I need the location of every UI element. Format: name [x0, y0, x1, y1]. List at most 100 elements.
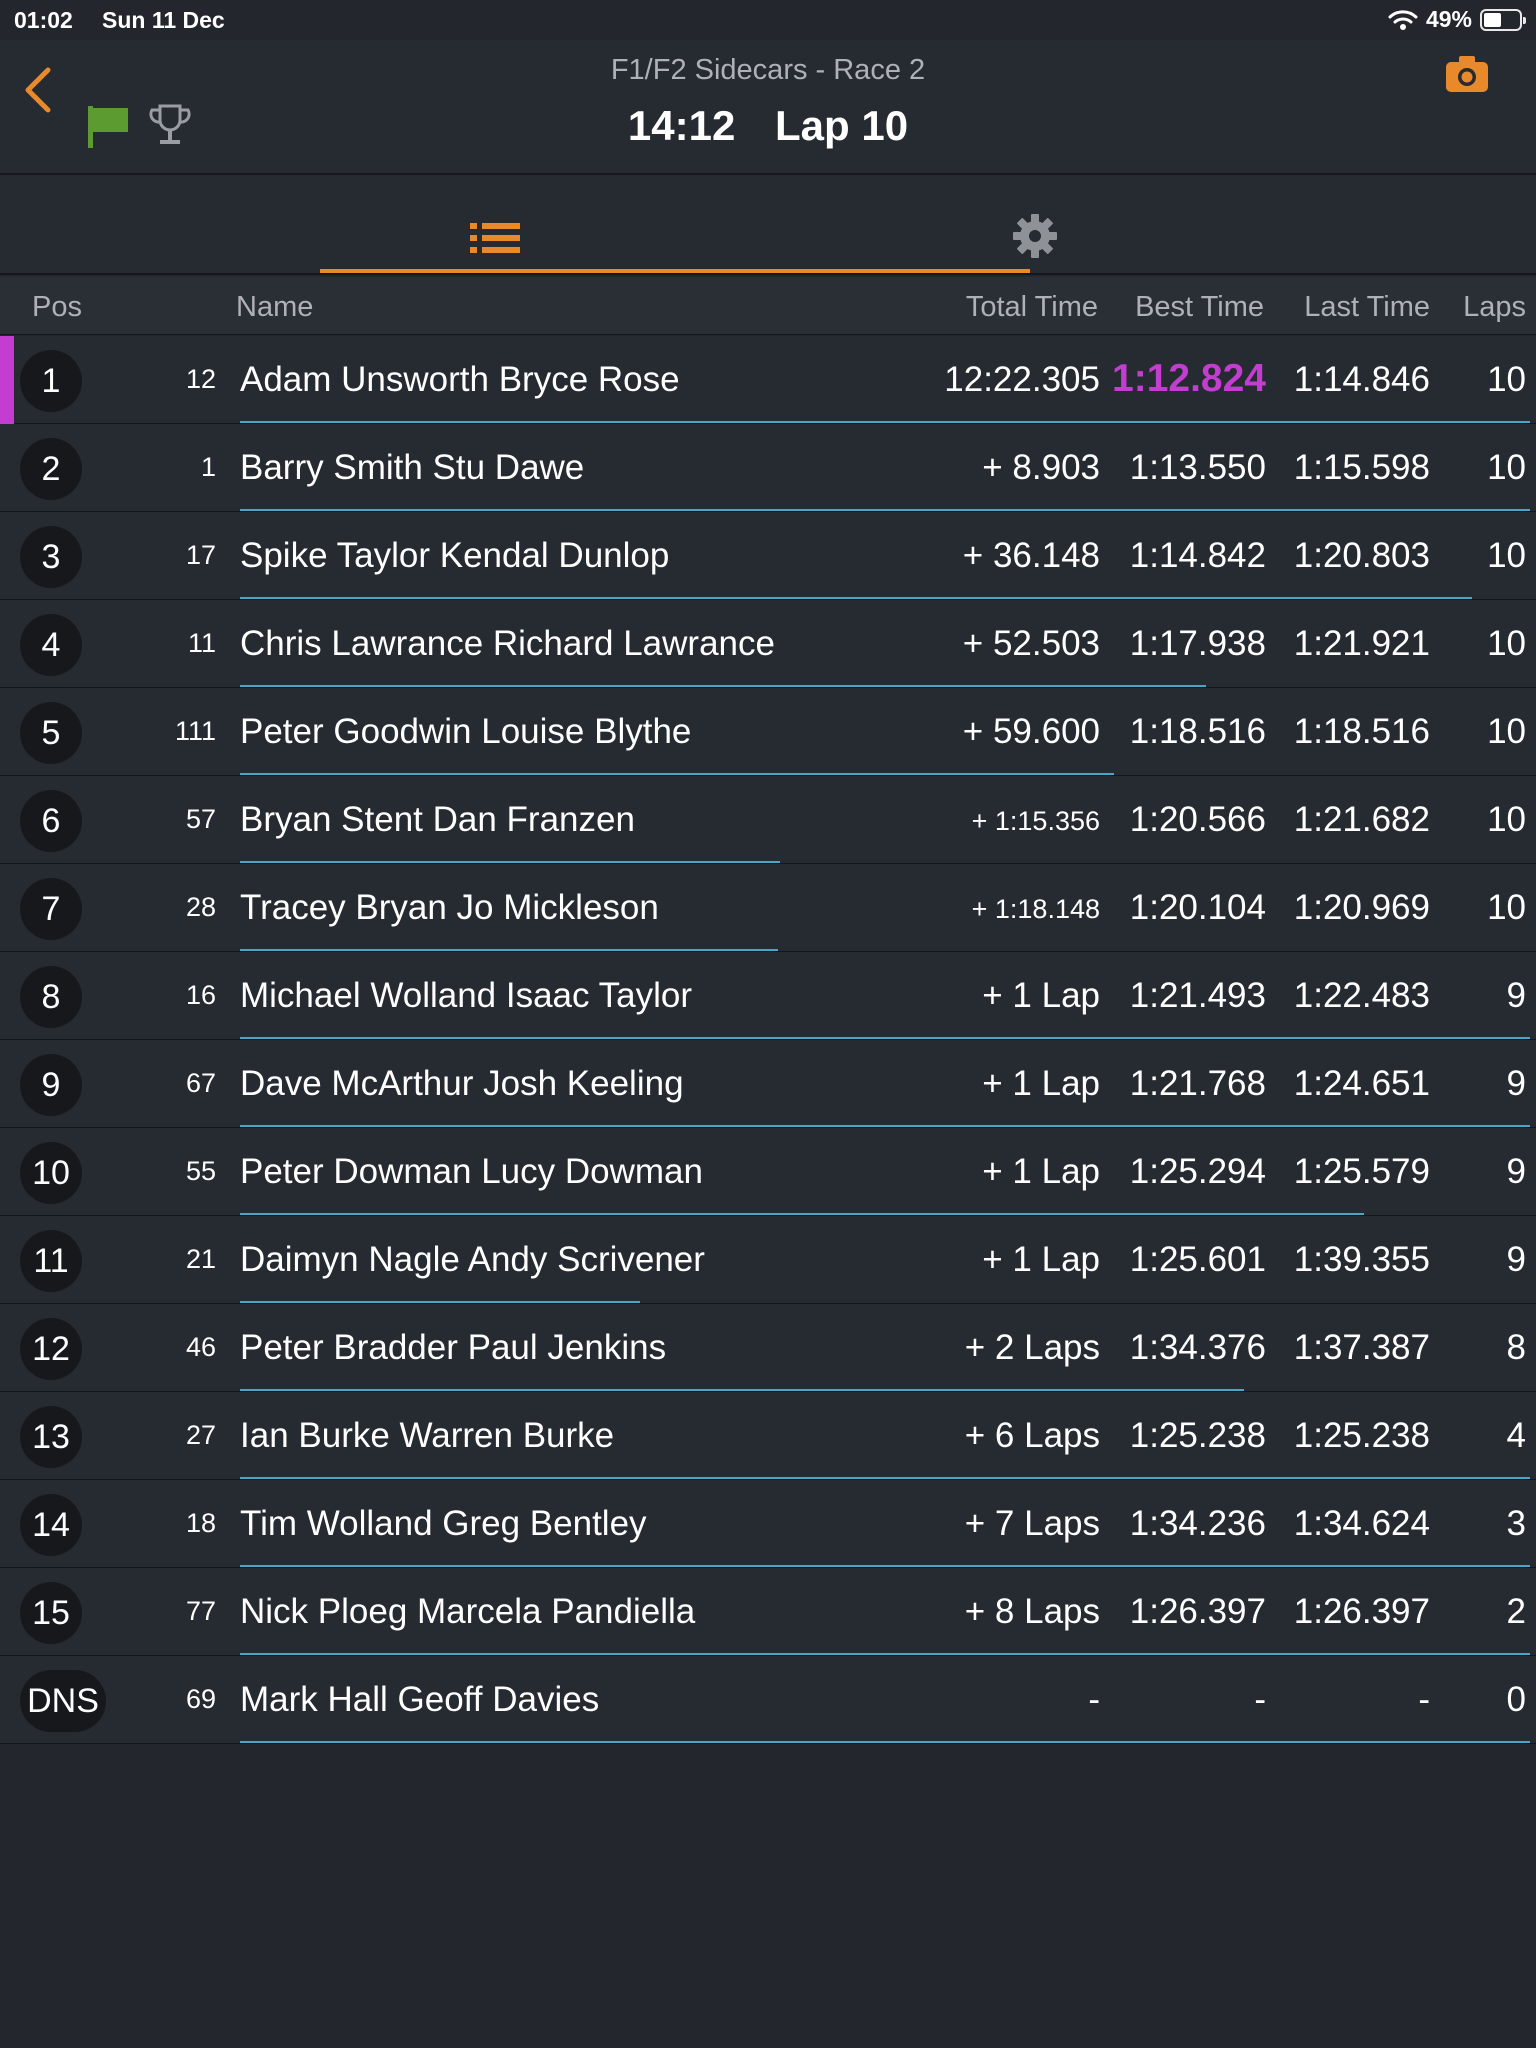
total-time: + 7 Laps: [964, 1504, 1100, 1543]
last-time: 1:26.397: [1293, 1592, 1430, 1631]
race-number: 18: [185, 1508, 216, 1538]
race-number: 67: [185, 1068, 216, 1098]
table-row[interactable]: 14 18 Tim Wolland Greg Bentley + 7 Laps 1:34…: [0, 1480, 1536, 1568]
position-badge: 7: [20, 878, 82, 940]
position-badge: 14: [20, 1494, 82, 1556]
leader-marker: [0, 336, 14, 424]
gap-bar: [240, 509, 1530, 511]
column-name[interactable]: Name: [236, 291, 313, 324]
column-best-time[interactable]: Best Time: [1135, 291, 1264, 324]
gap-bar: [240, 1653, 1530, 1655]
race-number: 55: [185, 1156, 216, 1186]
gear-icon: [1013, 214, 1057, 258]
total-time: + 2 Laps: [964, 1328, 1100, 1367]
race-number: 12: [185, 364, 216, 394]
driver-names: Peter Goodwin Louise Blythe: [240, 712, 692, 751]
table-row[interactable]: 7 28 Tracey Bryan Jo Mickleson + 1:18.148 1:…: [0, 864, 1536, 952]
column-pos[interactable]: Pos: [32, 291, 82, 324]
laps-count: 0: [1506, 1680, 1526, 1719]
table-row[interactable]: 15 77 Nick Ploeg Marcela Pandiella + 8 Laps…: [0, 1568, 1536, 1656]
position-badge: 15: [20, 1582, 82, 1644]
status-right: 49%: [1388, 6, 1526, 33]
laps-count: 10: [1487, 888, 1526, 927]
best-time: 1:21.493: [1129, 976, 1266, 1015]
position-badge: 3: [20, 526, 82, 588]
table-row[interactable]: 11 21 Daimyn Nagle Andy Scrivener + 1 Lap 1:…: [0, 1216, 1536, 1304]
position-badge: 2: [20, 438, 82, 500]
driver-names: Adam Unsworth Bryce Rose: [240, 360, 680, 399]
status-date: Sun 11 Dec: [102, 7, 225, 33]
best-time: 1:20.566: [1129, 800, 1266, 839]
laps-count: 10: [1487, 712, 1526, 751]
best-time: 1:34.236: [1129, 1504, 1266, 1543]
driver-names: Mark Hall Geoff Davies: [240, 1680, 600, 1719]
table-row[interactable]: 5 111 Peter Goodwin Louise Blythe + 59.600 1…: [0, 688, 1536, 776]
last-time: 1:39.355: [1293, 1240, 1430, 1279]
position-badge: 4: [20, 614, 82, 676]
camera-icon: [1446, 56, 1488, 92]
table-row[interactable]: 3 17 Spike Taylor Kendal Dunlop + 36.148 1:1…: [0, 512, 1536, 600]
table-row[interactable]: 1 12 Adam Unsworth Bryce Rose 12:22.305 1:12…: [0, 336, 1536, 424]
driver-names: Peter Bradder Paul Jenkins: [240, 1328, 667, 1367]
table-row[interactable]: 12 46 Peter Bradder Paul Jenkins + 2 Laps 1:…: [0, 1304, 1536, 1392]
gap-bar: [240, 1565, 1530, 1567]
race-number: 27: [185, 1420, 216, 1450]
race-number: 17: [185, 540, 216, 570]
wifi-icon: [1388, 9, 1418, 30]
position-badge: 13: [20, 1406, 82, 1468]
table-row[interactable]: 2 1 Barry Smith Stu Dawe + 8.903 1:13.550 1:1…: [0, 424, 1536, 512]
gap-bar: [240, 1037, 1530, 1039]
laps-count: 4: [1506, 1416, 1526, 1455]
position-badge: 1: [20, 350, 82, 412]
tab-results-list[interactable]: [320, 175, 675, 275]
gap-bar: [240, 1213, 1364, 1215]
race-number: 69: [185, 1684, 216, 1714]
driver-names: Tim Wolland Greg Bentley: [240, 1504, 647, 1543]
race-number: 21: [185, 1244, 216, 1274]
table-row[interactable]: 8 16 Michael Wolland Isaac Taylor + 1 Lap 1:…: [0, 952, 1536, 1040]
column-last-time[interactable]: Last Time: [1304, 291, 1430, 324]
laps-count: 9: [1506, 1240, 1526, 1279]
table-row[interactable]: 4 11 Chris Lawrance Richard Lawrance + 52.5…: [0, 600, 1536, 688]
table-row[interactable]: 9 67 Dave McArthur Josh Keeling + 1 Lap 1:21…: [0, 1040, 1536, 1128]
total-time: + 8 Laps: [964, 1592, 1100, 1631]
gap-bar: [240, 1301, 640, 1303]
best-time: -: [1254, 1680, 1266, 1719]
best-time: 1:25.601: [1129, 1240, 1266, 1279]
gap-bar: [240, 949, 778, 951]
column-laps[interactable]: Laps: [1463, 291, 1526, 324]
laps-count: 9: [1506, 1152, 1526, 1191]
camera-button[interactable]: [1444, 54, 1490, 94]
battery-icon: [1480, 8, 1526, 31]
table-row[interactable]: DNS 69 Mark Hall Geoff Davies - - - 0: [0, 1656, 1536, 1744]
total-time: + 1:15.356: [971, 806, 1100, 836]
driver-names: Daimyn Nagle Andy Scrivener: [240, 1240, 705, 1279]
table-row[interactable]: 13 27 Ian Burke Warren Burke + 6 Laps 1:25.2…: [0, 1392, 1536, 1480]
best-time: 1:21.768: [1129, 1064, 1266, 1103]
position-badge: 8: [20, 966, 82, 1028]
gap-bar: [240, 861, 780, 863]
last-time: 1:34.624: [1293, 1504, 1430, 1543]
total-time: + 1 Lap: [982, 1240, 1100, 1279]
laps-count: 10: [1487, 624, 1526, 663]
table-row[interactable]: 10 55 Peter Dowman Lucy Dowman + 1 Lap 1:25.…: [0, 1128, 1536, 1216]
total-time: + 1 Lap: [982, 1064, 1100, 1103]
gap-bar: [240, 1741, 1530, 1743]
driver-names: Nick Ploeg Marcela Pandiella: [240, 1592, 696, 1631]
tab-settings[interactable]: [675, 175, 1057, 275]
last-time: 1:14.846: [1293, 360, 1430, 399]
driver-names: Tracey Bryan Jo Mickleson: [240, 888, 659, 927]
position-badge: 10: [20, 1142, 82, 1204]
total-time: + 36.148: [962, 536, 1100, 575]
race-number: 16: [185, 980, 216, 1010]
driver-names: Barry Smith Stu Dawe: [240, 448, 585, 487]
gap-bar: [240, 1389, 1244, 1391]
table-row[interactable]: 6 57 Bryan Stent Dan Franzen + 1:15.356 1:20…: [0, 776, 1536, 864]
laps-count: 10: [1487, 800, 1526, 839]
total-time: + 1 Lap: [982, 976, 1100, 1015]
race-number: 57: [185, 804, 216, 834]
column-total-time[interactable]: Total Time: [966, 291, 1098, 324]
total-time: + 1 Lap: [982, 1152, 1100, 1191]
best-time: 1:25.294: [1129, 1152, 1266, 1191]
last-time: 1:37.387: [1293, 1328, 1430, 1367]
